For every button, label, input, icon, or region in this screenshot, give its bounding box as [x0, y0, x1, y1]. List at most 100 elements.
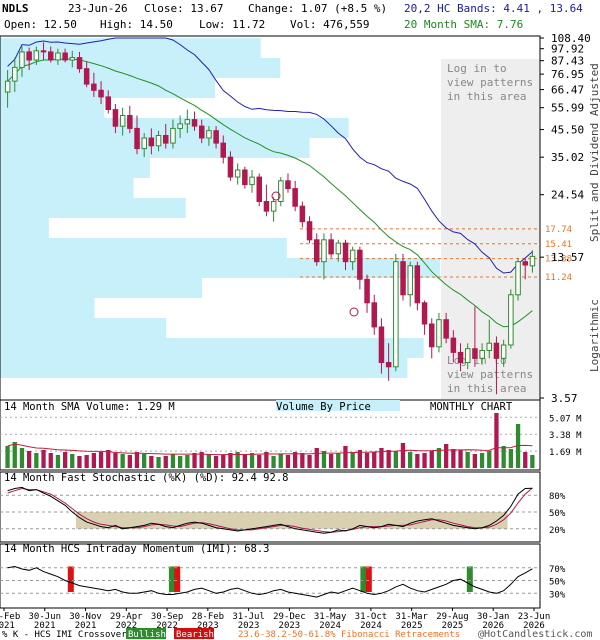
- candle-body-up: [4, 80, 11, 93]
- vbp-bar: [0, 58, 281, 78]
- volume-bar: [400, 443, 406, 468]
- candle-body-down: [220, 142, 226, 158]
- vbp-bar: [0, 238, 287, 258]
- stochastic-panel: 14 Month Fast Stochastic (%K) (%D): 92.4…: [0, 471, 566, 543]
- volume-bar: [48, 453, 53, 468]
- volume-bar: [70, 454, 75, 468]
- stochastic-shade: [471, 512, 479, 529]
- stochastic-shade: [349, 512, 357, 529]
- stochastic-shade: [126, 512, 134, 529]
- price-tick-label: 66.47: [551, 84, 584, 97]
- volume-tick-label: 1.69 M: [549, 448, 582, 458]
- price-tick-label: 3.57: [551, 392, 578, 405]
- volume-bar: [530, 455, 535, 468]
- candle-body-down: [342, 242, 349, 263]
- candle-body-down: [328, 239, 334, 255]
- candle-body-up: [141, 137, 147, 150]
- vbp-bar: [0, 98, 105, 118]
- date-tick-label: 31-Mar 2025: [395, 612, 428, 631]
- volume-bar: [278, 454, 283, 468]
- stochastic-shade: [190, 512, 199, 529]
- volume-bar: [343, 446, 348, 468]
- close-label: Close: 13.67: [144, 2, 223, 15]
- candle-body-down: [48, 51, 54, 61]
- stochastic-shade: [147, 512, 156, 529]
- candle-body-up: [234, 169, 241, 178]
- candle-body-up: [515, 261, 521, 296]
- price-tick-label: 76.95: [551, 68, 584, 81]
- price-tick-label: 55.99: [551, 102, 584, 115]
- volume-bar: [364, 453, 370, 468]
- change-label: Change: 1.07 (+8.5 %): [248, 2, 387, 15]
- vbp-bar: [0, 298, 95, 318]
- candle-body-down: [127, 115, 133, 129]
- volume-bar: [127, 455, 132, 468]
- momentum-tick-label: 70%: [549, 565, 566, 575]
- volume-bar: [5, 446, 10, 468]
- price-tick-label: 87.43: [551, 55, 584, 68]
- volume-bar: [242, 454, 247, 468]
- candle-body-down: [98, 89, 104, 98]
- vbp-bar: [0, 158, 150, 178]
- candle-body-down: [242, 169, 248, 186]
- sma-label: 20 Month SMA: 7.76: [404, 18, 523, 31]
- volume-bar: [120, 454, 125, 468]
- bullish-crossover: [168, 566, 175, 592]
- stochastic-shade: [248, 512, 256, 529]
- candle-body-down: [213, 130, 219, 144]
- price-tick-label: 45.50: [551, 124, 584, 137]
- vbp-bar: [0, 178, 134, 198]
- vbp-bar: [0, 78, 216, 98]
- pattern-marker-2: [349, 307, 359, 317]
- low-label: Low: 11.72: [199, 18, 265, 31]
- volume-bar: [307, 455, 312, 468]
- stochastic-shade: [226, 512, 235, 529]
- candle-body-down: [148, 137, 155, 147]
- candle-body-down: [472, 348, 478, 359]
- stochastic-shade: [334, 512, 343, 529]
- open-label: Open: 12.50: [4, 18, 77, 31]
- stochastic-shade: [255, 512, 264, 529]
- volume-bar: [494, 413, 499, 468]
- candle-body-up: [508, 294, 514, 346]
- candle-body-down: [443, 319, 449, 339]
- date-tick-label: 31-Jul 2023: [232, 612, 265, 631]
- volume-bar: [163, 456, 168, 468]
- patterns-note-top-3: in this area: [447, 90, 526, 103]
- patterns-note-bottom-2: view patterns: [447, 368, 533, 381]
- volume-bar: [487, 451, 492, 468]
- stochastic-tick-label: 80%: [549, 492, 566, 502]
- candle-body-down: [385, 362, 392, 368]
- date-tick-label: 30-Jun 2021: [29, 612, 62, 631]
- volume-bar: [84, 455, 89, 468]
- volume-bar: [113, 453, 118, 468]
- volume-bar: [55, 455, 61, 468]
- volume-bar: [228, 453, 233, 468]
- candle-body-up: [335, 242, 342, 255]
- volume-bar: [393, 451, 398, 468]
- fib-label: 15.41: [545, 240, 572, 250]
- candle-body-down: [62, 52, 68, 61]
- stochastic-shade: [198, 512, 206, 529]
- candle-body-up: [19, 51, 25, 68]
- stochastic-shade: [234, 512, 242, 529]
- vbp-bar: [0, 318, 167, 338]
- symbol: NDLS: [2, 2, 29, 15]
- volume-bar: [465, 452, 470, 468]
- stochastic-shade: [313, 512, 321, 529]
- volume-bar: [142, 454, 147, 468]
- fib-legend: 23.6-38.2-50-61.8% Fibonacci Retracement…: [238, 630, 460, 640]
- candle-body-down: [40, 50, 47, 53]
- candle-body-down: [306, 221, 313, 241]
- volume-bar: [106, 450, 111, 468]
- volume-bar: [472, 454, 477, 468]
- monthly-chart-title: MONTHLY CHART: [430, 401, 513, 413]
- vbp-bar: [0, 218, 49, 238]
- price-tick-label: 13.57: [551, 251, 584, 264]
- price-panel: Log in to view patterns in this area Log…: [0, 32, 600, 405]
- momentum-tick-label: 50%: [549, 578, 566, 588]
- volume-bar: [436, 448, 442, 468]
- candle-body-down: [522, 261, 528, 266]
- date-axis: 26-Feb202130-Jun202130-Nov202129-Apr2022…: [0, 608, 550, 631]
- volume-bar: [19, 448, 25, 468]
